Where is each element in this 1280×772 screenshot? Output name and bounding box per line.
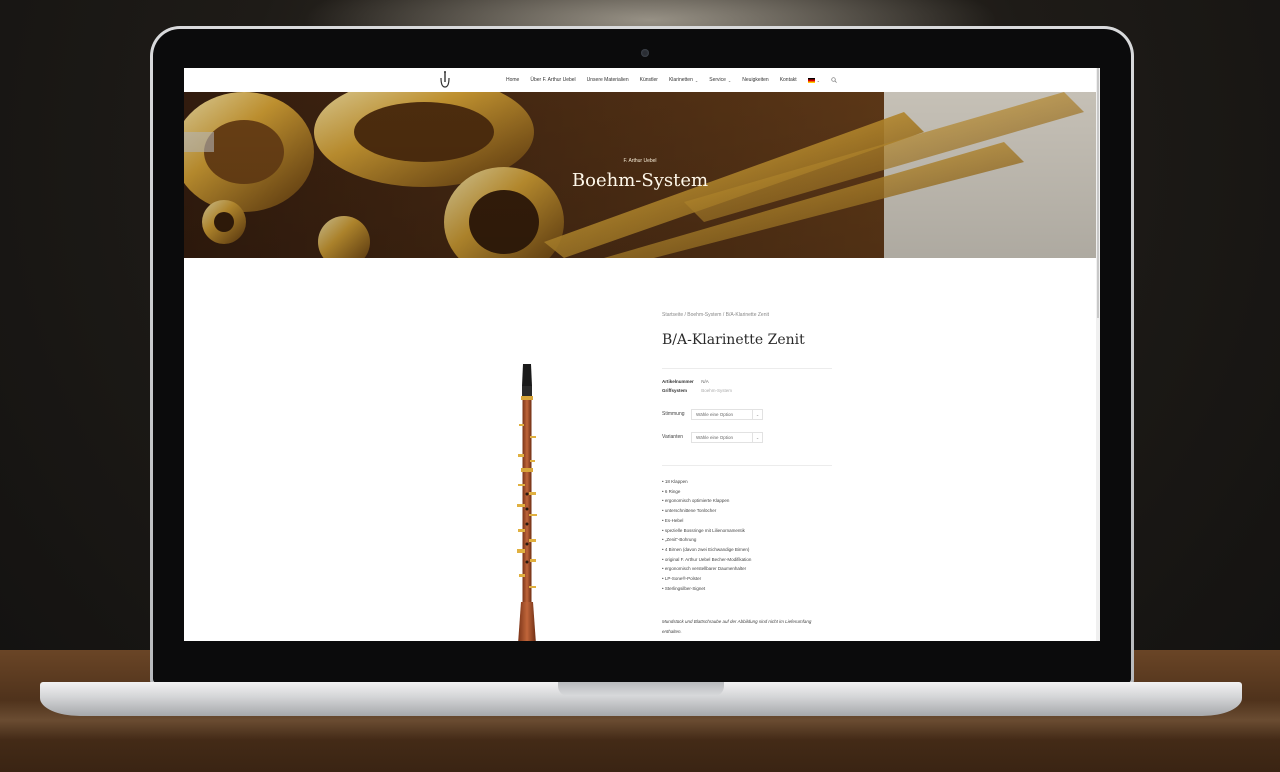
feature-list: • 18 Klappen • 6 Ringe • ergonomisch opt… bbox=[662, 477, 751, 593]
tuning-select-value: Wähle eine Option bbox=[696, 412, 734, 417]
breadcrumb[interactable]: Startseite / Boehm-System / B/A-Klarinet… bbox=[662, 312, 769, 318]
uebel-logo-icon[interactable] bbox=[438, 70, 452, 90]
list-item: • Es-Hebel bbox=[662, 517, 684, 523]
menu-item-artists[interactable]: Künstler bbox=[640, 77, 658, 83]
list-item: • ergonomisch verstellbarer Daumenhalter bbox=[662, 566, 747, 572]
clarinet-product-image[interactable] bbox=[504, 364, 550, 641]
tuning-label: Stimmung bbox=[662, 411, 685, 417]
chevron-down-icon: ⌄ bbox=[752, 410, 762, 419]
divider bbox=[662, 465, 832, 466]
search-icon[interactable] bbox=[831, 77, 837, 83]
scrollbar-thumb[interactable] bbox=[1097, 68, 1099, 318]
list-item: • LP-Sone®-Polster bbox=[662, 576, 702, 582]
chevron-down-icon: ⌄ bbox=[816, 77, 821, 83]
main-menu: Home Über F. Arthur Uebel Unsere Materia… bbox=[506, 68, 837, 92]
top-navigation: Home Über F. Arthur Uebel Unsere Materia… bbox=[184, 68, 1100, 92]
list-item: • „Zenit“-Bohrung bbox=[662, 537, 697, 543]
hero-banner: F. Arthur Uebel Boehm-System bbox=[184, 92, 1096, 258]
list-item: • original F. Arthur Uebel Becher-Modifi… bbox=[662, 556, 752, 562]
system-label: Griffsystem bbox=[662, 388, 688, 393]
list-item: • 6 Ringe bbox=[662, 488, 681, 494]
system-value[interactable]: Boehm-System bbox=[701, 388, 732, 393]
variants-label: Varianten bbox=[662, 434, 684, 440]
variants-select[interactable]: Wähle eine Option ⌄ bbox=[691, 432, 763, 443]
menu-item-about[interactable]: Über F. Arthur Uebel bbox=[530, 77, 575, 83]
menu-item-clarinets[interactable]: Klarinetten ⌄ bbox=[669, 77, 698, 83]
camera-icon bbox=[641, 49, 649, 57]
delivery-note: Mundstück und Blattschraube auf der Abbi… bbox=[662, 619, 812, 634]
list-item: • spezielle Bossringe mit Lilienornament… bbox=[662, 527, 745, 533]
meta-system: Griffsystem Boehm-System bbox=[662, 388, 732, 393]
menu-item-contact[interactable]: Kontakt bbox=[780, 77, 797, 83]
laptop-screen: Home Über F. Arthur Uebel Unsere Materia… bbox=[184, 68, 1100, 641]
meta-sku: Artikelnummer N/A bbox=[662, 379, 709, 384]
chevron-down-icon: ⌄ bbox=[694, 77, 699, 83]
menu-item-materials[interactable]: Unsere Materialien bbox=[587, 77, 629, 83]
hero-subtitle: F. Arthur Uebel bbox=[623, 158, 657, 164]
laptop-notch bbox=[558, 682, 724, 696]
list-item: • unterschnittene Tonlöcher bbox=[662, 508, 717, 514]
list-item: • 4 Birnen (davon zwei Eichwandige Birne… bbox=[662, 546, 750, 552]
menu-item-news[interactable]: Neuigkeiten bbox=[742, 77, 768, 83]
sku-label: Artikelnummer bbox=[662, 379, 694, 384]
divider bbox=[662, 368, 832, 369]
chevron-down-icon: ⌄ bbox=[752, 433, 762, 442]
list-item: • 18 Klappen bbox=[662, 479, 688, 484]
list-item: • ergonomisch optimierte Klappen bbox=[662, 498, 730, 504]
variants-select-value: Wähle eine Option bbox=[696, 435, 734, 440]
menu-item-service[interactable]: Service ⌄ bbox=[709, 77, 731, 83]
product-title: B/A-Klarinette Zenit bbox=[662, 332, 805, 348]
hero-title: Boehm-System bbox=[571, 170, 709, 191]
tuning-select[interactable]: Wähle eine Option ⌄ bbox=[691, 409, 763, 420]
menu-item-home[interactable]: Home bbox=[506, 77, 519, 83]
language-switcher[interactable]: ⌄ bbox=[807, 77, 821, 83]
sku-value: N/A bbox=[701, 379, 709, 384]
chevron-down-icon: ⌄ bbox=[727, 77, 732, 83]
german-flag-icon bbox=[807, 77, 815, 83]
list-item: • Sterlingsilber-Signet bbox=[662, 585, 706, 591]
